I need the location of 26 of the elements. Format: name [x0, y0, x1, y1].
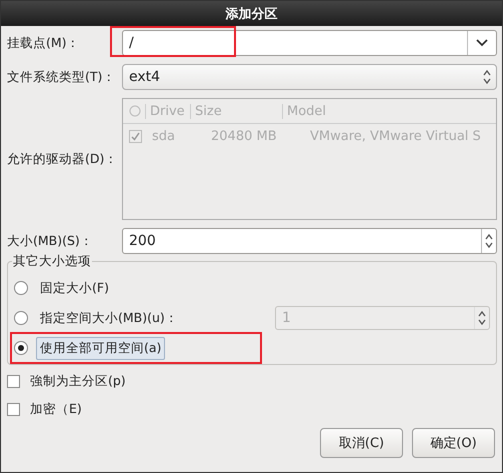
radio-icon	[129, 105, 141, 117]
radio-button[interactable]	[14, 311, 28, 325]
option-label[interactable]: 指定空间大小(MB)(u)：	[36, 306, 182, 330]
window-title: 添加分区	[1, 1, 502, 26]
group-title: 其它大小选项	[12, 253, 92, 270]
option-label[interactable]: 固定大小(F)	[36, 276, 113, 300]
table-cell-text: VMware, VMware Virtual S	[309, 128, 481, 144]
checkbox[interactable]	[7, 402, 20, 416]
checkbox-label: 強制为主分区(p)	[30, 372, 126, 390]
radio-button[interactable]	[14, 341, 28, 355]
cancel-button[interactable]: 取消(C)	[320, 428, 403, 458]
table-cell-text: 20480 MB	[210, 128, 278, 144]
checkbox-label: 加密（E)	[30, 400, 82, 418]
fs-type-select[interactable]: ext4	[122, 64, 497, 90]
radio-button[interactable]	[14, 281, 28, 295]
option-label[interactable]: 使用全部可用空间(a)	[36, 336, 166, 360]
drives-label: 允许的驱动器(D)：	[7, 150, 118, 168]
ok-button[interactable]: 确定(O)	[412, 428, 495, 458]
mount-point-label: 挂载点(M)：	[7, 34, 81, 52]
table-cell-text: sda	[151, 128, 176, 144]
chevron-down-icon[interactable]	[476, 39, 488, 47]
fs-type-label: 文件系统类型(T)：	[7, 68, 116, 86]
mount-point-combo[interactable]: /	[122, 30, 497, 56]
checkbox[interactable]	[7, 374, 20, 388]
size-spinbox[interactable]: 200	[122, 228, 497, 254]
size-label: 大小(MB)(S)：	[7, 232, 94, 250]
